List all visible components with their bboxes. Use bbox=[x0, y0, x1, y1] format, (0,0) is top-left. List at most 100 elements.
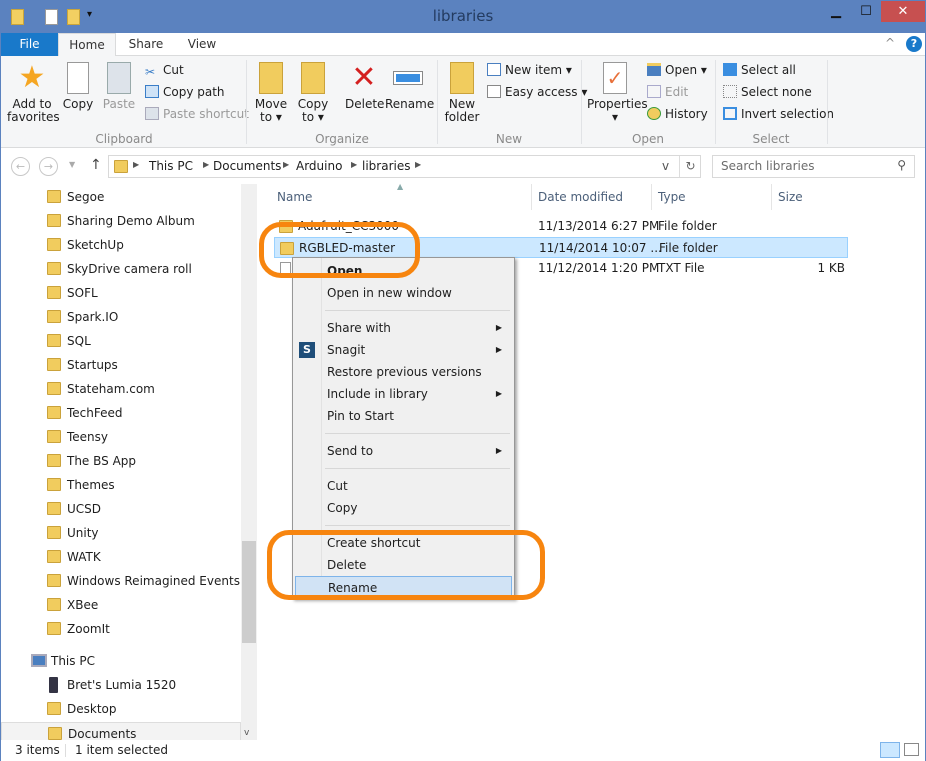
breadcrumb-item[interactable]: Arduino bbox=[296, 159, 342, 173]
invert-selection-icon bbox=[723, 107, 737, 120]
sidebar-item-label: Themes bbox=[67, 478, 115, 492]
menu-item-label: Pin to Start bbox=[327, 409, 394, 423]
copy-path-button[interactable]: Copy path bbox=[145, 85, 225, 99]
sidebar-item[interactable]: Unity bbox=[1, 522, 241, 544]
menu-item-share-with[interactable]: Share with ▶ bbox=[295, 317, 512, 339]
sidebar-item[interactable]: SOFL bbox=[1, 282, 241, 304]
ribbon: ★ Add to favorites Copy Paste ✂ Cut Copy p… bbox=[1, 56, 925, 148]
delete-button[interactable]: ✕ Delete bbox=[345, 62, 384, 111]
copy-to-button[interactable]: Copy to ▾ bbox=[295, 62, 331, 124]
sidebar-item[interactable]: The BS App bbox=[1, 450, 241, 472]
sidebar-item[interactable]: ZoomIt bbox=[1, 618, 241, 640]
invert-selection-button[interactable]: Invert selection bbox=[723, 107, 834, 121]
menu-item-copy[interactable]: Copy bbox=[295, 497, 512, 519]
sidebar-item-label: Desktop bbox=[67, 702, 117, 716]
window-title: libraries bbox=[432, 7, 494, 25]
sidebar-item[interactable]: TechFeed bbox=[1, 402, 241, 424]
menu-item-label: Copy bbox=[327, 501, 358, 515]
history-button[interactable]: History bbox=[647, 107, 708, 121]
copy-button[interactable]: Copy bbox=[61, 62, 95, 111]
sidebar-item[interactable]: XBee bbox=[1, 594, 241, 616]
tab-file[interactable]: File bbox=[1, 33, 58, 56]
close-button[interactable]: ✕ bbox=[881, 1, 925, 22]
scroll-down-icon[interactable]: v bbox=[244, 728, 249, 738]
breadcrumb-item[interactable]: Documents bbox=[213, 159, 281, 173]
help-icon[interactable]: ? bbox=[906, 36, 922, 52]
sidebar-item[interactable]: SkyDrive camera roll bbox=[1, 258, 241, 280]
folder-icon bbox=[47, 430, 61, 443]
menu-item-label: Cut bbox=[327, 479, 348, 493]
up-button[interactable]: ↑ bbox=[90, 157, 102, 173]
submenu-arrow-icon: ▶ bbox=[495, 323, 502, 332]
minimize-button[interactable]: ▁ bbox=[821, 1, 851, 22]
menu-item-send-to[interactable]: Send to ▶ bbox=[295, 440, 512, 462]
paste-button[interactable]: Paste bbox=[101, 62, 137, 111]
column-divider[interactable] bbox=[531, 184, 532, 210]
scrollbar-thumb[interactable] bbox=[242, 541, 256, 643]
menu-item-open-in-new-window[interactable]: Open in new window bbox=[295, 282, 512, 304]
tab-share[interactable]: Share bbox=[121, 33, 171, 56]
recent-locations-icon[interactable]: ▼ bbox=[69, 160, 75, 169]
explorer-window: ▾ libraries ▁ ☐ ✕ File Home Share View ^… bbox=[0, 0, 926, 761]
file-type: TXT File bbox=[658, 261, 705, 275]
folder-icon bbox=[47, 598, 61, 611]
select-none-button[interactable]: Select none bbox=[723, 85, 812, 99]
sidebar-item[interactable]: Stateham.com bbox=[1, 378, 241, 400]
sidebar-item-this-pc[interactable]: This PC bbox=[1, 650, 241, 672]
menu-item-label: Snagit bbox=[327, 343, 366, 357]
menu-item-cut[interactable]: Cut bbox=[295, 475, 512, 497]
column-header-name[interactable]: Name bbox=[277, 190, 312, 204]
rename-button[interactable]: Rename bbox=[385, 62, 434, 111]
sidebar-item[interactable]: Startups bbox=[1, 354, 241, 376]
large-icons-view-button[interactable] bbox=[904, 743, 919, 756]
new-folder-button[interactable]: New folder bbox=[443, 62, 481, 124]
details-view-button[interactable] bbox=[880, 742, 900, 758]
column-header-size[interactable]: Size bbox=[778, 190, 803, 204]
maximize-button[interactable]: ☐ bbox=[851, 1, 881, 22]
back-button[interactable]: ← bbox=[11, 157, 30, 176]
sidebar-item[interactable]: UCSD bbox=[1, 498, 241, 520]
breadcrumb-item[interactable]: This PC bbox=[149, 159, 193, 173]
refresh-icon[interactable]: ↻ bbox=[679, 156, 701, 177]
address-bar[interactable]: ▶ This PC ▶ Documents ▶ Arduino ▶ librar… bbox=[108, 155, 701, 178]
forward-button[interactable]: → bbox=[39, 157, 58, 176]
sidebar-item[interactable]: SketchUp bbox=[1, 234, 241, 256]
column-divider[interactable] bbox=[651, 184, 652, 210]
address-dropdown-icon[interactable]: v bbox=[662, 159, 669, 173]
edit-button[interactable]: Edit bbox=[647, 85, 688, 99]
menu-item-pin-to-start[interactable]: Pin to Start bbox=[295, 405, 512, 427]
new-item-button[interactable]: New item ▾ bbox=[487, 63, 572, 77]
search-input[interactable]: Search libraries ⚲ bbox=[712, 155, 915, 178]
sidebar-item[interactable]: WATK bbox=[1, 546, 241, 568]
column-header-date[interactable]: Date modified bbox=[538, 190, 623, 204]
sidebar-item[interactable]: Bret's Lumia 1520 bbox=[1, 674, 241, 696]
properties-button[interactable]: ✓ Properties ▾ bbox=[587, 62, 648, 124]
add-to-favorites-button[interactable]: ★ Add to favorites bbox=[7, 62, 60, 124]
menu-item-restore-previous-versions[interactable]: Restore previous versions bbox=[295, 361, 512, 383]
sidebar-item[interactable]: SQL bbox=[1, 330, 241, 352]
collapse-ribbon-icon[interactable]: ^ bbox=[885, 36, 895, 50]
sidebar-item-label: ZoomIt bbox=[67, 622, 110, 636]
menu-item-include-in-library[interactable]: Include in library ▶ bbox=[295, 383, 512, 405]
tab-home[interactable]: Home bbox=[58, 33, 116, 57]
sidebar-item[interactable]: Spark.IO bbox=[1, 306, 241, 328]
sidebar-scrollbar[interactable]: v bbox=[241, 184, 257, 740]
sidebar-item[interactable]: Teensy bbox=[1, 426, 241, 448]
cut-button[interactable]: ✂ Cut bbox=[145, 63, 184, 79]
easy-access-button[interactable]: Easy access ▾ bbox=[487, 85, 587, 99]
tab-view[interactable]: View bbox=[177, 33, 227, 56]
column-divider[interactable] bbox=[771, 184, 772, 210]
sidebar-item[interactable]: Desktop bbox=[1, 698, 241, 720]
breadcrumb-item[interactable]: libraries bbox=[362, 159, 410, 173]
sidebar-item[interactable]: Windows Reimagined Events bbox=[1, 570, 241, 592]
menu-item-snagit[interactable]: Snagit S ▶ bbox=[295, 339, 512, 361]
open-button[interactable]: Open ▾ bbox=[647, 63, 707, 77]
sidebar-item[interactable]: Themes bbox=[1, 474, 241, 496]
sidebar-item-label: SketchUp bbox=[67, 238, 124, 252]
select-all-button[interactable]: Select all bbox=[723, 63, 796, 77]
sidebar-item[interactable]: Sharing Demo Album bbox=[1, 210, 241, 232]
paste-shortcut-button[interactable]: Paste shortcut bbox=[145, 107, 249, 121]
column-header-type[interactable]: Type bbox=[658, 190, 686, 204]
move-to-button[interactable]: Move to ▾ bbox=[253, 62, 289, 124]
sidebar-item[interactable]: Segoe bbox=[1, 186, 241, 208]
